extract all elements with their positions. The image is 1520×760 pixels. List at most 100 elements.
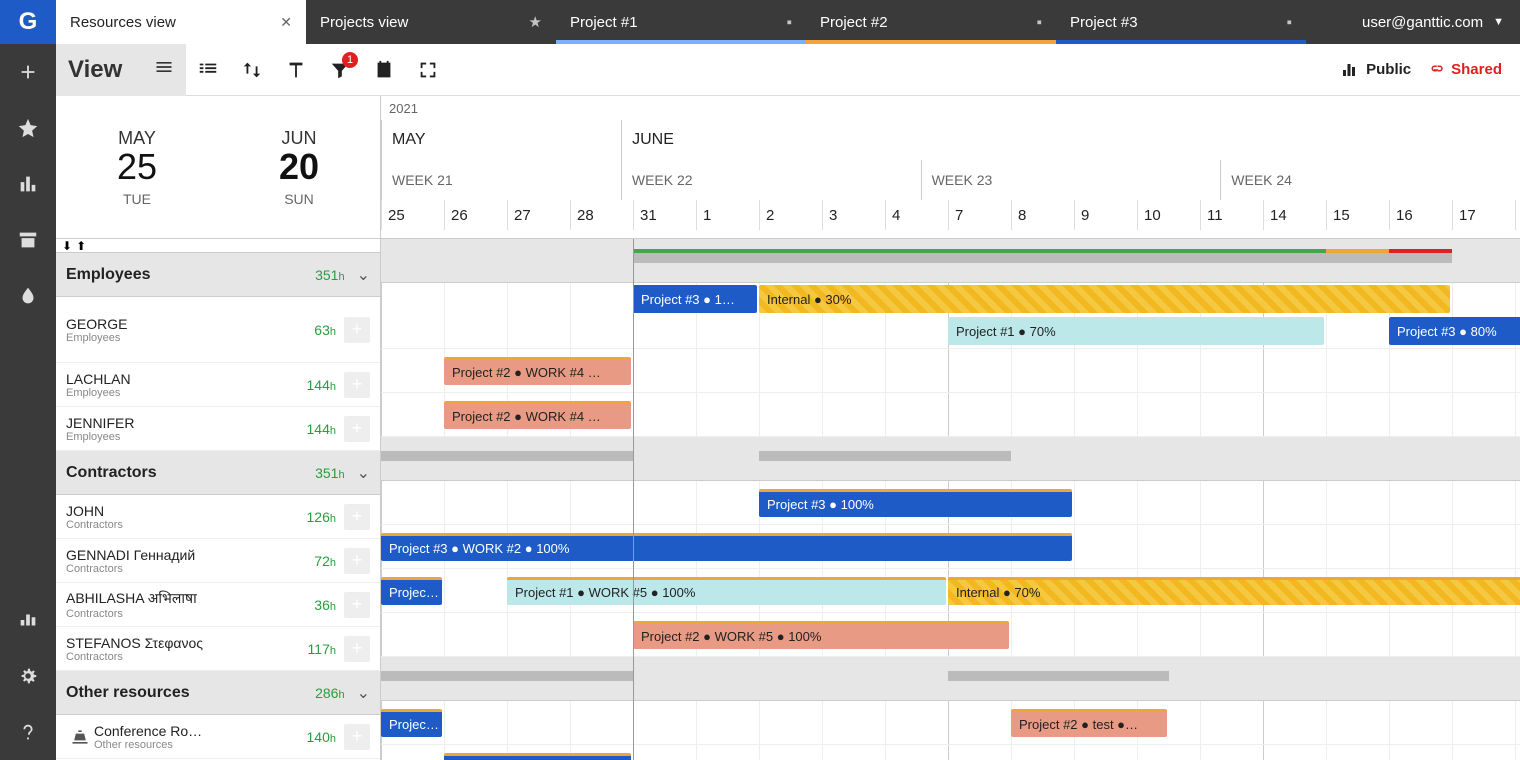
group-row[interactable]: Employees351h⌄ — [56, 253, 380, 297]
group-row[interactable]: Other resources286h⌄ — [56, 671, 380, 715]
day-cell[interactable]: 1 — [696, 200, 759, 230]
task-bar[interactable]: Project #2 ● WORK #4 … — [444, 401, 631, 429]
timeline-resource-row[interactable]: Projec… Project #1 ● WORK #5 ● 100%Intern… — [381, 569, 1520, 613]
filter-icon[interactable]: 1 — [318, 48, 362, 92]
task-bar[interactable]: Project #3 ● WORK #1 … — [444, 753, 631, 760]
day-cell[interactable]: 26 — [444, 200, 507, 230]
timeline-group-row — [381, 437, 1520, 481]
day-cell[interactable]: 16 — [1389, 200, 1452, 230]
resource-row[interactable]: GENNADI ГеннадийContractors72h+ — [56, 539, 380, 583]
tab-project-1[interactable]: Project #1 ▪ — [556, 0, 806, 44]
tab-project-3[interactable]: Project #3 ▪ — [1056, 0, 1306, 44]
task-bar[interactable]: Internal ● 70% — [948, 577, 1520, 605]
drop-icon[interactable] — [0, 268, 56, 324]
task-bar[interactable]: Projec… — [381, 577, 442, 605]
resource-row[interactable]: GEORGEEmployees63h+ — [56, 297, 380, 363]
close-icon[interactable]: ✕ — [280, 14, 292, 31]
task-bar[interactable]: Projec… — [381, 709, 442, 737]
task-bar[interactable]: Internal ● 30% — [759, 285, 1450, 313]
chart-icon[interactable] — [0, 156, 56, 212]
shared-link[interactable]: Shared — [1427, 61, 1502, 79]
timeline-resource-row[interactable]: Project #2 ● WORK #4 … — [381, 349, 1520, 393]
format-icon[interactable] — [274, 48, 318, 92]
task-bar[interactable]: Project #3 ● 80% — [1389, 317, 1520, 345]
week-cell[interactable]: WEEK 23 — [921, 160, 1221, 200]
day-cell[interactable]: 10 — [1137, 200, 1200, 230]
public-toggle[interactable]: Public — [1340, 61, 1411, 79]
timeline-resource-row[interactable]: Project #3 ● WORK #2 ● 100% — [381, 525, 1520, 569]
utilization-bar — [1389, 249, 1452, 253]
add-task-button[interactable]: + — [344, 416, 370, 442]
star-icon[interactable] — [0, 100, 56, 156]
task-bar[interactable]: Project #3 ● WORK #2 ● 100% — [381, 533, 1072, 561]
add-task-button[interactable]: + — [344, 592, 370, 618]
task-bar[interactable]: Project #2 ● WORK #5 ● 100% — [633, 621, 1009, 649]
archive-icon[interactable] — [0, 212, 56, 268]
resource-row[interactable]: Conference Ro…Other resources140h+ — [56, 715, 380, 759]
resource-row[interactable]: STEFANOS ΣτεφανοςContractors117h+ — [56, 627, 380, 671]
resources-icon[interactable] — [0, 592, 56, 648]
view-menu-button[interactable]: View — [56, 44, 186, 96]
task-bar[interactable]: Project #1 ● 70% — [948, 317, 1324, 345]
task-bar[interactable]: Project #3 ● 1… — [633, 285, 757, 313]
indent-icon[interactable] — [186, 48, 230, 92]
week-cell[interactable]: WEEK 22 — [621, 160, 921, 200]
expand-down-icon[interactable]: ⬇ — [62, 239, 72, 253]
group-row[interactable]: Contractors351h⌄ — [56, 451, 380, 495]
add-task-button[interactable]: + — [344, 372, 370, 398]
day-cell[interactable]: 8 — [1011, 200, 1074, 230]
day-cell[interactable]: 11 — [1200, 200, 1263, 230]
day-cell[interactable]: 9 — [1074, 200, 1137, 230]
week-cell[interactable]: WEEK 21 — [381, 160, 621, 200]
add-icon[interactable] — [0, 44, 56, 100]
add-task-button[interactable]: + — [344, 504, 370, 530]
expand-collapse-row[interactable]: ⬇ ⬆ — [56, 239, 380, 253]
day-cell[interactable]: 7 — [948, 200, 1011, 230]
date-range-start[interactable]: MAY 25 TUE — [56, 96, 218, 238]
month-cell[interactable]: JUNE — [621, 120, 1520, 160]
resource-row[interactable]: JENNIFEREmployees144h+ — [56, 407, 380, 451]
day-cell[interactable]: 2 — [759, 200, 822, 230]
day-cell[interactable]: 14 — [1263, 200, 1326, 230]
user-menu[interactable]: user@ganttic.com ▼ — [1346, 0, 1520, 44]
timeline-resource-row[interactable]: Project #3 ● 1…Internal ● 30% Project #1 … — [381, 283, 1520, 349]
day-cell[interactable]: 27 — [507, 200, 570, 230]
tab-resources-view[interactable]: Resources view ✕ — [56, 0, 306, 44]
add-task-button[interactable]: + — [344, 636, 370, 662]
day-cell[interactable]: 31 — [633, 200, 696, 230]
day-cell[interactable]: 28 — [570, 200, 633, 230]
day-cell[interactable]: 4 — [885, 200, 948, 230]
timeline-resource-row[interactable]: Project #2 ● WORK #4 … — [381, 393, 1520, 437]
task-bar[interactable]: Project #2 ● test ●… — [1011, 709, 1167, 737]
timeline-resource-row[interactable]: Project #2 ● WORK #5 ● 100% — [381, 613, 1520, 657]
add-task-button[interactable]: + — [344, 317, 370, 343]
app-logo[interactable]: G — [0, 0, 56, 44]
timeline-resource-row[interactable]: Projec… Project #2 ● test ●… — [381, 701, 1520, 745]
sort-icon[interactable] — [230, 48, 274, 92]
resource-row[interactable]: ABHILASHA अभिलाषाContractors36h+ — [56, 583, 380, 627]
task-bar[interactable]: Project #1 ● WORK #5 ● 100% — [507, 577, 946, 605]
week-cell[interactable]: WEEK 24 — [1220, 160, 1520, 200]
tab-project-2[interactable]: Project #2 ▪ — [806, 0, 1056, 44]
help-icon[interactable] — [0, 704, 56, 760]
day-cell[interactable]: 18 — [1515, 200, 1520, 230]
resource-row[interactable]: LACHLANEmployees144h+ — [56, 363, 380, 407]
day-cell[interactable]: 15 — [1326, 200, 1389, 230]
date-range-end[interactable]: JUN 20 SUN — [218, 96, 380, 238]
tab-projects-view[interactable]: Projects view ★ — [306, 0, 556, 44]
month-cell[interactable]: MAY — [381, 120, 621, 160]
timeline-resource-row[interactable]: Project #3 ● 100% — [381, 481, 1520, 525]
add-task-button[interactable]: + — [344, 724, 370, 750]
task-bar[interactable]: Project #2 ● WORK #4 … — [444, 357, 631, 385]
day-cell[interactable]: 25 — [381, 200, 444, 230]
resource-row[interactable]: JOHNContractors126h+ — [56, 495, 380, 539]
timeline-resource-row[interactable]: Project #3 ● WORK #1 … — [381, 745, 1520, 760]
add-task-button[interactable]: + — [344, 548, 370, 574]
fullscreen-icon[interactable] — [406, 48, 450, 92]
day-cell[interactable]: 3 — [822, 200, 885, 230]
day-cell[interactable]: 17 — [1452, 200, 1515, 230]
task-bar[interactable]: Project #3 ● 100% — [759, 489, 1072, 517]
calendar-icon[interactable] — [362, 48, 406, 92]
collapse-up-icon[interactable]: ⬆ — [76, 239, 86, 253]
settings-icon[interactable] — [0, 648, 56, 704]
